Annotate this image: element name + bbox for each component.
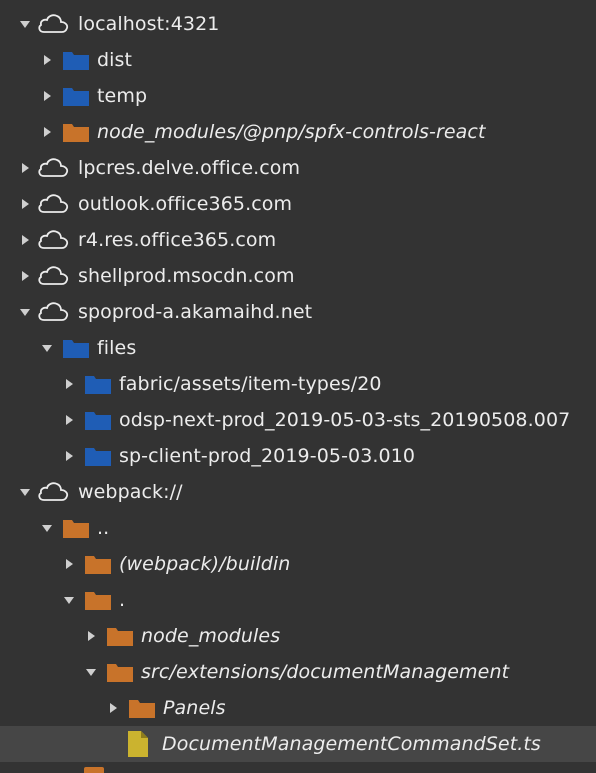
folder-orange-icon xyxy=(107,662,133,682)
tree-item-odsp-next-prod[interactable]: odsp-next-prod_2019-05-03-sts_20190508.0… xyxy=(0,402,596,438)
chevron-right-icon[interactable] xyxy=(40,89,54,103)
tree-item-sp-client-prod[interactable]: sp-client-prod_2019-05-03.010 xyxy=(0,438,596,474)
tree-item-label: localhost:4321 xyxy=(78,13,220,35)
folder-blue-icon xyxy=(63,338,89,358)
tree-item-temp[interactable]: temp xyxy=(0,78,596,114)
chevron-right-icon[interactable] xyxy=(18,233,32,247)
folder-orange-icon xyxy=(85,590,111,610)
folder-orange-icon xyxy=(129,698,155,718)
tree-item-label: outlook.office365.com xyxy=(78,193,293,215)
tree-item-label: temp xyxy=(97,85,148,107)
chevron-down-icon[interactable] xyxy=(40,521,54,535)
tree-item-label: files xyxy=(97,337,137,359)
cloud-icon xyxy=(36,265,70,287)
chevron-down-icon[interactable] xyxy=(18,305,32,319)
folder-orange-icon xyxy=(85,554,111,574)
cloud-icon xyxy=(36,157,70,179)
chevron-right-icon[interactable] xyxy=(106,701,120,715)
tree-item-panels[interactable]: Panels xyxy=(0,690,596,726)
chevron-right-icon[interactable] xyxy=(18,197,32,211)
chevron-down-icon[interactable] xyxy=(18,485,32,499)
file-tree: localhost:4321 dist temp node_modules/@p… xyxy=(0,6,596,762)
tree-item-fabric-assets[interactable]: fabric/assets/item-types/20 xyxy=(0,366,596,402)
tree-item-current-dir[interactable]: . xyxy=(0,582,596,618)
chevron-right-icon[interactable] xyxy=(40,125,54,139)
tree-item-node-modules-pnp[interactable]: node_modules/@pnp/spfx-controls-react xyxy=(0,114,596,150)
folder-blue-icon xyxy=(63,86,89,106)
chevron-right-icon[interactable] xyxy=(62,413,76,427)
chevron-right-icon[interactable] xyxy=(62,449,76,463)
chevron-right-icon[interactable] xyxy=(18,161,32,175)
tree-item-label: shellprod.msocdn.com xyxy=(78,265,295,287)
chevron-down-icon[interactable] xyxy=(84,665,98,679)
folder-blue-icon xyxy=(85,374,111,394)
chevron-right-icon[interactable] xyxy=(18,269,32,283)
tree-item-webpack-buildin[interactable]: (webpack)/buildin xyxy=(0,546,596,582)
tree-item-label: odsp-next-prod_2019-05-03-sts_20190508.0… xyxy=(119,409,571,431)
folder-blue-icon xyxy=(85,446,111,466)
tree-item-parent-dir[interactable]: .. xyxy=(0,510,596,546)
tree-item-document-management[interactable]: src/extensions/documentManagement xyxy=(0,654,596,690)
tree-item-shellprod[interactable]: shellprod.msocdn.com xyxy=(0,258,596,294)
tree-item-label: node_modules xyxy=(141,625,281,647)
file-yellow-icon xyxy=(128,731,148,757)
tree-item-label: sp-client-prod_2019-05-03.010 xyxy=(119,445,416,467)
chevron-right-icon[interactable] xyxy=(62,377,76,391)
tree-item-node-modules[interactable]: node_modules xyxy=(0,618,596,654)
chevron-down-icon[interactable] xyxy=(18,17,32,31)
tree-item-label: Panels xyxy=(163,697,226,719)
chevron-down-icon[interactable] xyxy=(62,593,76,607)
tree-item-label: fabric/assets/item-types/20 xyxy=(119,373,382,395)
no-arrow-spacer xyxy=(106,737,120,751)
chevron-down-icon[interactable] xyxy=(40,341,54,355)
cloud-icon xyxy=(36,481,70,503)
tree-item-files[interactable]: files xyxy=(0,330,596,366)
tree-item-outlook[interactable]: outlook.office365.com xyxy=(0,186,596,222)
cloud-icon xyxy=(36,301,70,323)
tree-item-dist[interactable]: dist xyxy=(0,42,596,78)
cloud-icon xyxy=(36,13,70,35)
tree-item-label: .. xyxy=(97,517,110,539)
tree-item-webpack[interactable]: webpack:// xyxy=(0,474,596,510)
folder-orange-icon xyxy=(63,122,89,142)
folder-blue-icon xyxy=(85,410,111,430)
tree-item-label: . xyxy=(119,589,126,611)
cloud-icon xyxy=(36,229,70,251)
folder-orange-icon xyxy=(107,626,133,646)
folder-blue-icon xyxy=(63,50,89,70)
tree-item-spoprod[interactable]: spoprod-a.akamaihd.net xyxy=(0,294,596,330)
tree-item-label: spoprod-a.akamaihd.net xyxy=(78,301,313,323)
tree-item-r4-res[interactable]: r4.res.office365.com xyxy=(0,222,596,258)
folder-orange-icon xyxy=(63,518,89,538)
tree-item-label: dist xyxy=(97,49,133,71)
tree-item-localhost[interactable]: localhost:4321 xyxy=(0,6,596,42)
chevron-right-icon[interactable] xyxy=(40,53,54,67)
tree-item-label: node_modules/@pnp/spfx-controls-react xyxy=(97,121,486,143)
tree-item-label: lpcres.delve.office.com xyxy=(78,157,301,179)
tree-item-command-set-file[interactable]: DocumentManagementCommandSet.ts xyxy=(0,726,596,762)
chevron-right-icon[interactable] xyxy=(84,629,98,643)
chevron-right-icon[interactable] xyxy=(62,557,76,571)
tree-item-label: DocumentManagementCommandSet.ts xyxy=(162,733,541,755)
tree-item-label: webpack:// xyxy=(78,481,183,503)
tree-item-lpcres[interactable]: lpcres.delve.office.com xyxy=(0,150,596,186)
tree-item-label: r4.res.office365.com xyxy=(78,229,277,251)
tree-item-label: (webpack)/buildin xyxy=(119,553,291,575)
folder-orange-icon xyxy=(84,767,104,773)
cloud-icon xyxy=(36,193,70,215)
tree-item-label: src/extensions/documentManagement xyxy=(141,661,510,683)
